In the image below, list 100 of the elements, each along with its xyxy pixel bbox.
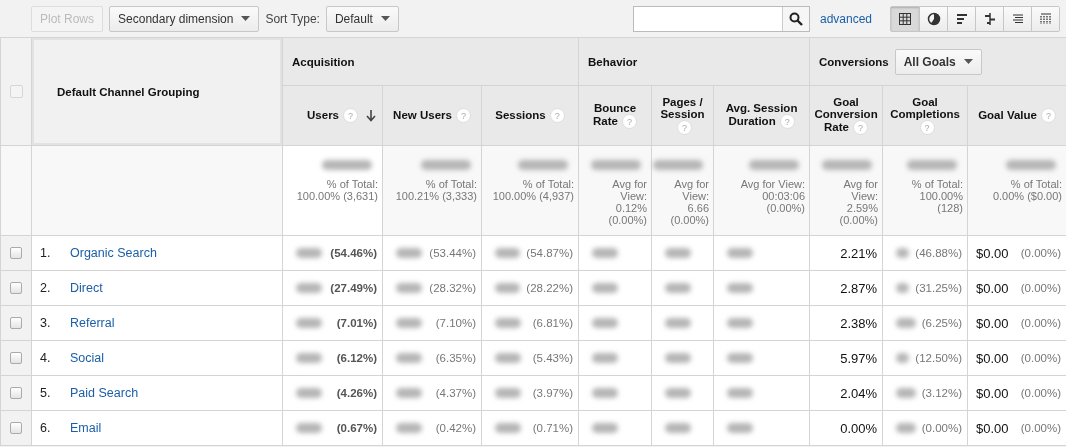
percent-value: (0.00%) xyxy=(1020,387,1062,399)
search-button[interactable] xyxy=(781,6,809,31)
percent-value: (4.26%) xyxy=(336,387,377,399)
caret-icon xyxy=(241,16,251,21)
group-header: Acquisition xyxy=(292,55,355,68)
percent-value: (0.00%) xyxy=(1020,282,1062,294)
percent-value: (54.46%) xyxy=(330,247,377,259)
percent-value: (0.00%) xyxy=(1020,317,1062,329)
row-checkbox[interactable] xyxy=(10,422,22,434)
total-note: Avg for View: 00:03:06 (0.00%) xyxy=(740,178,806,214)
total-note: % of Total: 100.00% (3,631) xyxy=(296,178,378,202)
percent-value: (3.12%) xyxy=(921,387,963,399)
column-header[interactable]: Pages / Session ? xyxy=(651,85,714,146)
percent-value: (6.81%) xyxy=(532,317,573,329)
percent-value: (46.88%) xyxy=(915,247,963,259)
percent-value: (53.44%) xyxy=(429,247,476,259)
percent-value: (3.97%) xyxy=(532,387,573,399)
column-header[interactable]: New Users ? xyxy=(382,85,482,146)
percent-value: (0.00%) xyxy=(1020,422,1062,434)
percent-value: (6.35%) xyxy=(435,352,476,364)
table-cell: 2.04% xyxy=(840,385,878,401)
percent-value: (28.32%) xyxy=(429,282,476,294)
comparison-view-icon xyxy=(982,11,997,26)
bars-view-button[interactable] xyxy=(947,6,975,31)
group-header: Behavior xyxy=(588,55,638,68)
row-checkbox[interactable] xyxy=(10,352,22,364)
table-cell: $0.00 xyxy=(976,245,1009,261)
percent-value: (28.22%) xyxy=(526,282,573,294)
table-cell: 2.21% xyxy=(840,245,878,261)
total-note: % of Total: 100.21% (3,333) xyxy=(395,178,477,202)
percent-value: (4.37%) xyxy=(435,387,476,399)
total-note: % of Total: 100.00% (128) xyxy=(911,178,964,214)
column-header[interactable]: Avg. Session Duration ? xyxy=(713,85,810,146)
row-number: 6. xyxy=(40,421,52,435)
row-number: 3. xyxy=(40,316,52,330)
column-header[interactable]: Users ? xyxy=(282,85,383,146)
percent-value: (7.01%) xyxy=(336,317,377,329)
column-header[interactable]: Sessions ? xyxy=(481,85,579,146)
percent-value: (6.25%) xyxy=(921,317,963,329)
table-cell: 2.87% xyxy=(840,280,878,296)
total-note: % of Total: 0.00% ($0.00) xyxy=(992,178,1063,202)
table-cell: 2.38% xyxy=(840,315,878,331)
percent-value: (27.49%) xyxy=(330,282,377,294)
bars-view-icon xyxy=(954,11,969,26)
row-number: 5. xyxy=(40,386,52,400)
caret-icon xyxy=(380,16,390,21)
table-view-icon xyxy=(898,11,912,26)
row-number: 1. xyxy=(40,246,52,260)
total-note: % of Total: 100.00% (4,937) xyxy=(492,178,574,202)
column-header[interactable]: Bounce Rate ? xyxy=(578,85,652,146)
pie-view-icon xyxy=(926,11,941,26)
channel-link[interactable]: Direct xyxy=(70,281,103,295)
pivot-view-button[interactable] xyxy=(1003,6,1031,31)
cloud-view-button[interactable] xyxy=(1031,6,1059,31)
comparison-view-button[interactable] xyxy=(975,6,1003,31)
total-note: Avg for View: 6.66 (0.00%) xyxy=(670,178,709,226)
column-header[interactable]: Goal Conversion Rate ? xyxy=(809,85,883,146)
row-number: 4. xyxy=(40,351,52,365)
search-field[interactable] xyxy=(632,5,810,32)
row-checkbox[interactable] xyxy=(10,317,22,329)
pivot-view-icon xyxy=(1010,11,1025,26)
sort-type-dropdown[interactable]: Default xyxy=(325,5,399,32)
channel-link[interactable]: Social xyxy=(70,351,105,365)
percent-value: (0.42%) xyxy=(435,422,476,434)
channel-link[interactable]: Email xyxy=(70,421,102,435)
percent-value: (54.87%) xyxy=(526,247,573,259)
pie-view-button[interactable] xyxy=(919,6,947,31)
table-cell: 5.97% xyxy=(840,350,878,366)
percent-value: (0.67%) xyxy=(336,422,377,434)
table-view-button[interactable] xyxy=(891,6,919,31)
secondary-dimension-dropdown[interactable]: Secondary dimension xyxy=(109,5,260,32)
percent-value: (0.00%) xyxy=(921,422,963,434)
total-note: Avg for View: 2.59% (0.00%) xyxy=(839,178,879,226)
column-header[interactable]: Goal Value ? xyxy=(967,85,1066,146)
row-checkbox[interactable] xyxy=(10,387,22,399)
row-checkbox[interactable] xyxy=(10,282,22,294)
percent-value: (7.10%) xyxy=(435,317,476,329)
column-header[interactable]: Goal Completions ? xyxy=(882,85,968,146)
goals-dropdown[interactable]: All Goals xyxy=(894,48,982,75)
advanced-link[interactable]: advanced xyxy=(819,11,872,26)
row-checkbox[interactable] xyxy=(10,247,22,259)
table-cell: $0.00 xyxy=(976,315,1009,331)
percent-value: (6.12%) xyxy=(336,352,377,364)
channel-link[interactable]: Paid Search xyxy=(70,386,139,400)
percent-value: (12.50%) xyxy=(915,352,963,364)
percent-value: (0.00%) xyxy=(1020,352,1062,364)
table-cell: $0.00 xyxy=(976,420,1009,436)
channel-link[interactable]: Organic Search xyxy=(70,246,157,260)
percent-value: (0.71%) xyxy=(532,422,573,434)
total-note: Avg for View: 0.12% (0.00%) xyxy=(608,178,647,226)
table-cell: $0.00 xyxy=(976,350,1009,366)
percent-value: (5.43%) xyxy=(532,352,573,364)
cloud-view-icon xyxy=(1038,11,1053,26)
table-cell: $0.00 xyxy=(976,385,1009,401)
dimension-header[interactable]: Default Channel Grouping xyxy=(31,37,283,146)
channel-link[interactable]: Referral xyxy=(70,316,115,330)
table-cell: 0.00% xyxy=(840,420,878,436)
group-header: Conversions xyxy=(819,55,889,68)
row-number: 2. xyxy=(40,281,52,295)
sort-type-label: Sort Type: xyxy=(265,11,320,26)
